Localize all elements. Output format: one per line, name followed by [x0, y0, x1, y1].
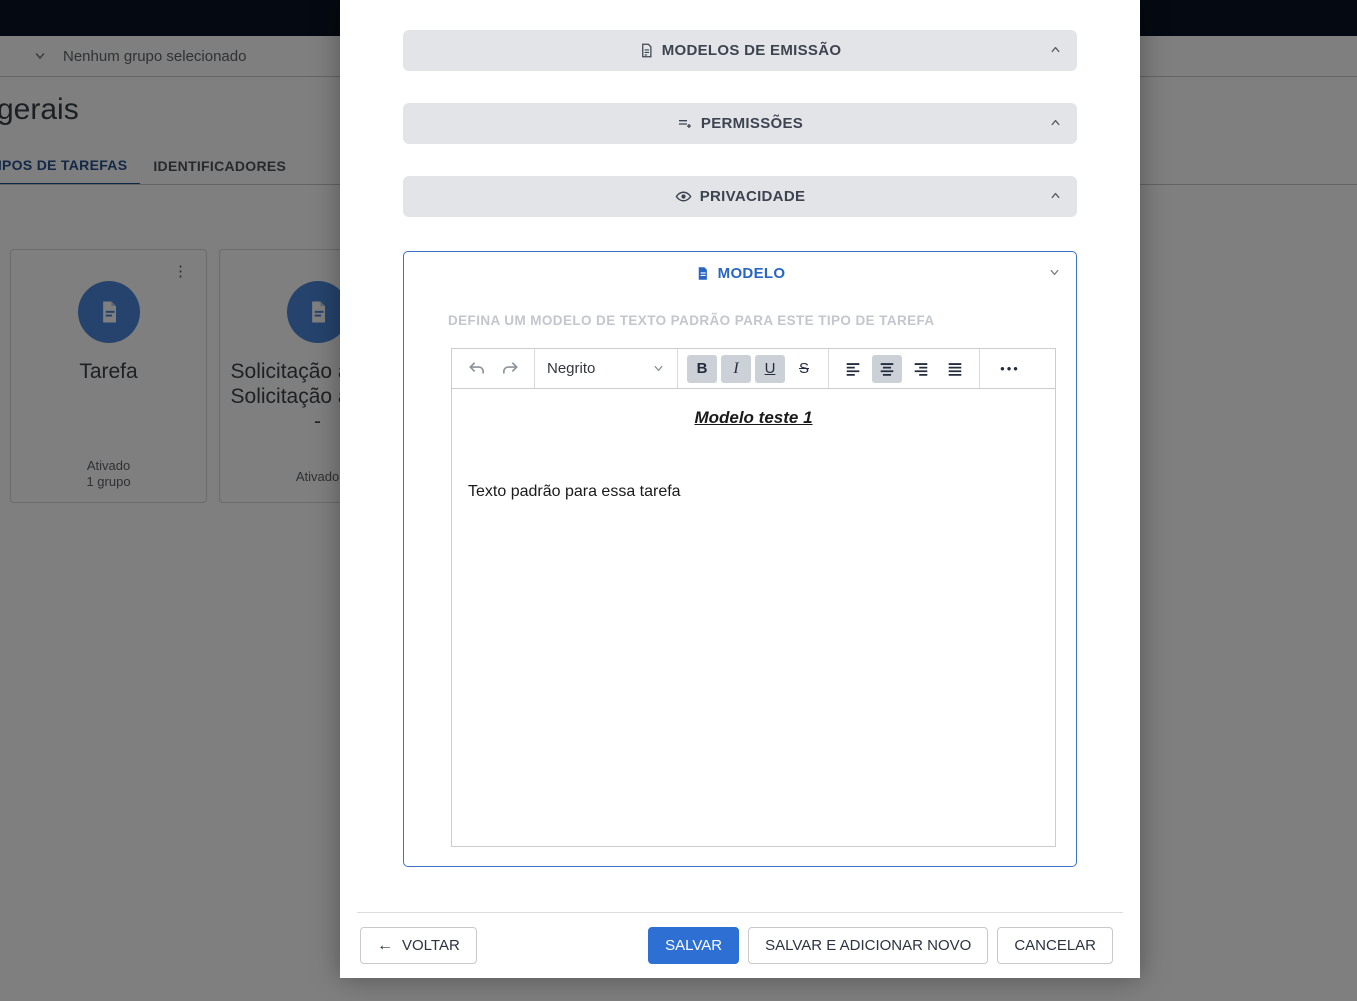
align-justify-button[interactable]	[940, 355, 970, 383]
save-button[interactable]: SALVAR	[648, 927, 739, 964]
accordion-privacidade[interactable]: PRIVACIDADE	[403, 176, 1077, 217]
chevron-up-icon	[1049, 189, 1062, 202]
accordion-permissoes[interactable]: PERMISSÕES	[403, 103, 1077, 144]
text-style-value: Negrito	[547, 360, 595, 377]
file-edit-icon	[639, 43, 654, 58]
underline-button[interactable]: U	[755, 355, 785, 383]
task-type-modal: MODELOS DE EMISSÃO PERMISSÕES PRIVACIDAD…	[340, 0, 1140, 978]
ellipsis-icon: •••	[996, 361, 1020, 376]
bold-button[interactable]: B	[687, 355, 717, 383]
align-left-button[interactable]	[838, 355, 868, 383]
editor-hint-label: DEFINA UM MODELO DE TEXTO PADRÃO PARA ES…	[448, 313, 1076, 328]
modelo-section: MODELO DEFINA UM MODELO DE TEXTO PADRÃO …	[403, 251, 1077, 867]
redo-button[interactable]	[495, 355, 525, 383]
modal-footer: ← VOLTAR SALVAR SALVAR E ADICIONAR NOVO …	[340, 912, 1140, 978]
chevron-down-icon	[652, 362, 665, 375]
accordion-modelos-de-emissao[interactable]: MODELOS DE EMISSÃO	[403, 30, 1077, 71]
align-center-button[interactable]	[872, 355, 902, 383]
accordion-label: PRIVACIDADE	[700, 188, 806, 205]
accordion-label: PERMISSÕES	[701, 115, 803, 132]
editor-title-line: Modelo teste 1	[468, 408, 1039, 428]
list-plus-icon	[677, 116, 693, 132]
align-right-button[interactable]	[906, 355, 936, 383]
accordion-modelo[interactable]: MODELO	[404, 252, 1076, 282]
text-style-dropdown[interactable]: Negrito	[544, 360, 668, 377]
accordion-label: MODELOS DE EMISSÃO	[662, 42, 842, 59]
accordion-label: MODELO	[718, 265, 786, 282]
editor-content-area[interactable]: Modelo teste 1 Texto padrão para essa ta…	[452, 389, 1055, 847]
save-and-add-new-button[interactable]: SALVAR E ADICIONAR NOVO	[748, 927, 988, 964]
cancel-button[interactable]: CANCELAR	[997, 927, 1113, 964]
editor-toolbar: Negrito B I U S	[452, 349, 1055, 389]
undo-button[interactable]	[461, 355, 491, 383]
more-options-button[interactable]: •••	[989, 355, 1027, 383]
strikethrough-button[interactable]: S	[789, 355, 819, 383]
rich-text-editor: Negrito B I U S	[451, 348, 1056, 847]
chevron-up-icon	[1049, 116, 1062, 129]
chevron-up-icon	[1049, 43, 1062, 56]
arrow-left-icon: ←	[377, 937, 393, 955]
chevron-down-icon	[1048, 266, 1061, 279]
back-button[interactable]: ← VOLTAR	[360, 927, 477, 964]
eye-icon	[675, 188, 692, 205]
editor-body-line: Texto padrão para essa tarefa	[468, 483, 1039, 501]
app-page: Nenhum grupo selecionado gerais TIPOS DE…	[0, 0, 1357, 1001]
italic-button[interactable]: I	[721, 355, 751, 383]
file-icon	[695, 266, 710, 281]
